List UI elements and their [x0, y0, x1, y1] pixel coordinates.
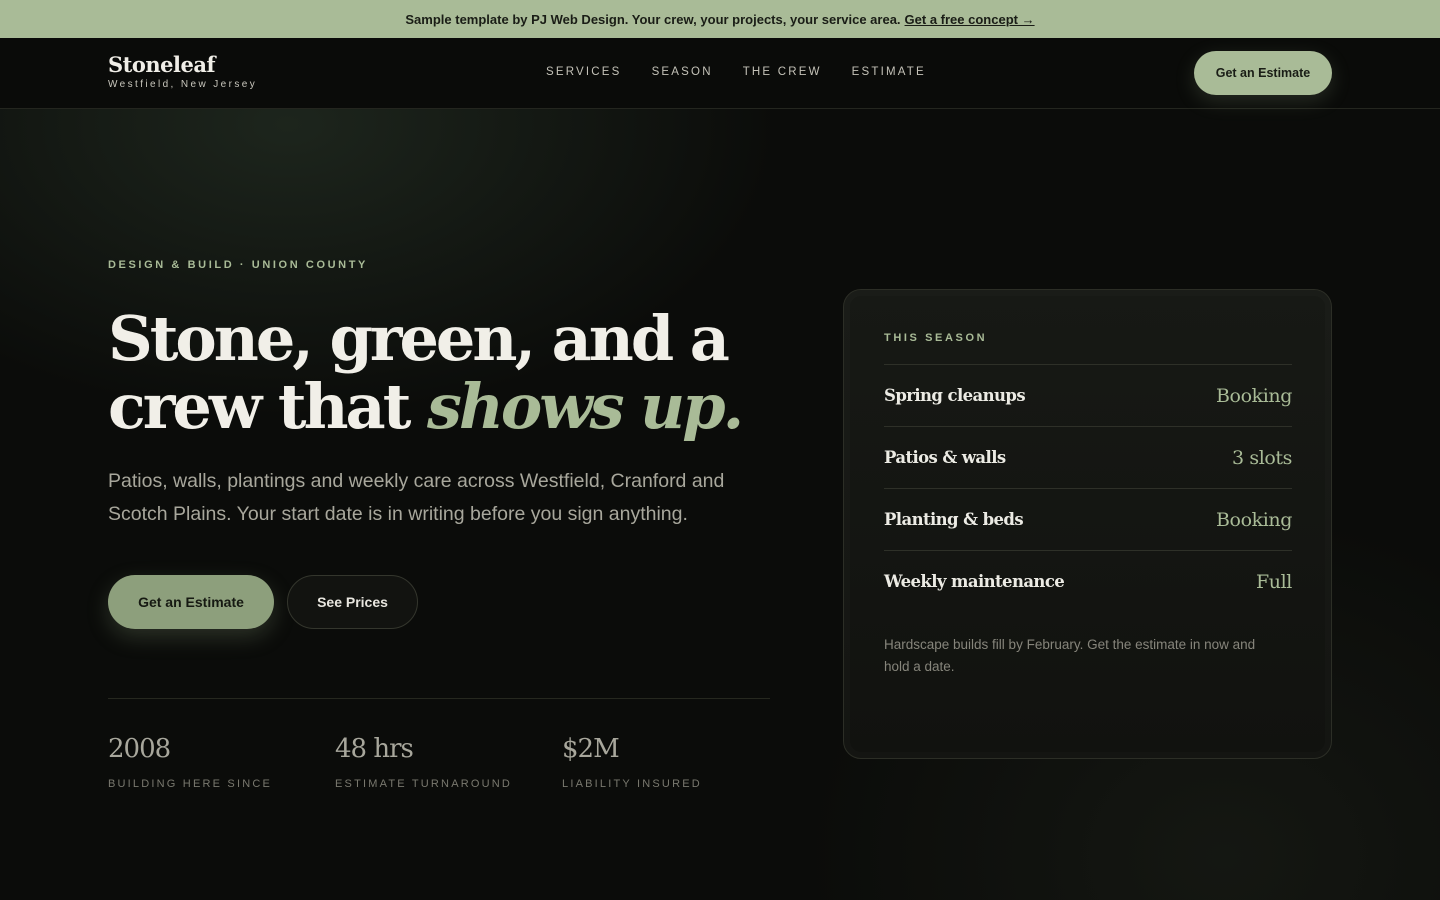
- season-row-status: Full: [1256, 570, 1292, 593]
- stat-item: $2M LIABILITY INSURED: [562, 732, 789, 790]
- stat-label: LIABILITY INSURED: [562, 778, 702, 790]
- season-row: Spring cleanups Booking: [884, 364, 1292, 426]
- nav-season[interactable]: SEASON: [652, 66, 713, 78]
- season-card-note: Hardscape builds fill by February. Get t…: [884, 637, 1256, 674]
- headline-accent: shows up.: [426, 370, 744, 443]
- announcement-bar: Sample template by PJ Web Design. Your c…: [0, 0, 1440, 38]
- season-card-eyebrow: THIS SEASON: [884, 332, 988, 344]
- season-row-status: 3 slots: [1232, 446, 1292, 469]
- hero-cta-group: Get an Estimate See Prices: [108, 575, 788, 629]
- season-row-name: Planting & beds: [884, 510, 1024, 529]
- season-card: THIS SEASON Spring cleanups Booking Pati…: [843, 289, 1332, 759]
- nav-services[interactable]: SERVICES: [546, 66, 622, 78]
- stat-value: 48 hrs: [335, 734, 414, 764]
- main-nav: SERVICES SEASON THE CREW ESTIMATE: [546, 66, 926, 78]
- stat-label: ESTIMATE TURNAROUND: [335, 778, 513, 790]
- season-row: Planting & beds Booking: [884, 488, 1292, 550]
- brand-logo[interactable]: Stoneleaf Westfield, New Jersey: [108, 52, 258, 91]
- hero-eyebrow: DESIGN & BUILD · UNION COUNTY: [108, 259, 368, 271]
- season-row-name: Patios & walls: [884, 448, 1006, 467]
- site-header: Stoneleaf Westfield, New Jersey SERVICES…: [0, 38, 1440, 109]
- header-estimate-button[interactable]: Get an Estimate: [1194, 51, 1332, 95]
- season-row-name: Spring cleanups: [884, 386, 1026, 405]
- season-row-name: Weekly maintenance: [884, 572, 1065, 591]
- stats-divider: [108, 698, 770, 699]
- get-estimate-button[interactable]: Get an Estimate: [108, 575, 274, 629]
- see-prices-button[interactable]: See Prices: [287, 575, 418, 629]
- stat-label: BUILDING HERE SINCE: [108, 778, 273, 790]
- stat-item: 2008 BUILDING HERE SINCE: [108, 732, 335, 790]
- headline-line-1: Stone, green, and a: [108, 302, 730, 375]
- season-row: Weekly maintenance Full: [884, 550, 1292, 612]
- hero-section: DESIGN & BUILD · UNION COUNTY Stone, gre…: [108, 259, 788, 629]
- free-concept-link[interactable]: Get a free concept →: [905, 12, 1035, 27]
- stat-value: $2M: [562, 734, 620, 764]
- brand-name: Stoneleaf: [108, 52, 215, 77]
- stat-value: 2008: [108, 734, 171, 764]
- season-row-status: Booking: [1215, 384, 1292, 407]
- season-row-status: Booking: [1215, 508, 1292, 531]
- stats-row: 2008 BUILDING HERE SINCE 48 hrs ESTIMATE…: [108, 732, 789, 790]
- headline-line-2: crew that: [108, 370, 427, 443]
- announcement-text: Sample template by PJ Web Design. Your c…: [405, 11, 901, 27]
- brand-location: Westfield, New Jersey: [108, 79, 258, 90]
- nav-estimate[interactable]: ESTIMATE: [852, 66, 926, 78]
- hero-headline: Stone, green, and a crew that shows up.: [108, 305, 788, 441]
- season-list: Spring cleanups Booking Patios & walls 3…: [884, 364, 1292, 612]
- season-row: Patios & walls 3 slots: [884, 426, 1292, 488]
- nav-the-crew[interactable]: THE CREW: [743, 66, 822, 78]
- hero-lede: Patios, walls, plantings and weekly care…: [108, 470, 725, 525]
- stat-item: 48 hrs ESTIMATE TURNAROUND: [335, 732, 562, 790]
